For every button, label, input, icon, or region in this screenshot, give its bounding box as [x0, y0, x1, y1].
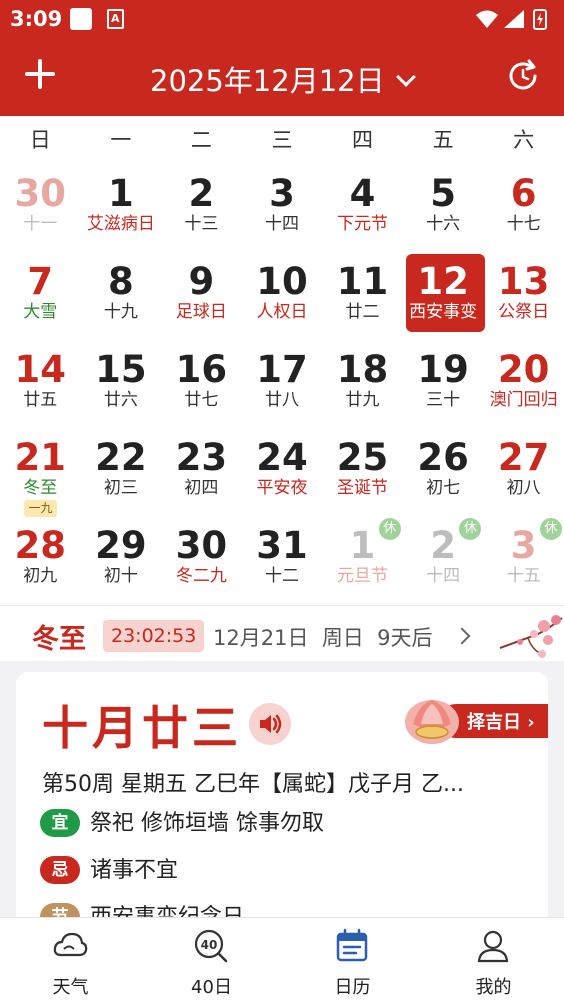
nav-profile[interactable]: 我的	[423, 918, 564, 1004]
status-time: 3:09	[10, 7, 63, 31]
calendar-week: 30 十一 1 艾滋病日 2 十三 3 十四 4 下元节 5 十六 6 十七	[0, 164, 564, 252]
ji-badge: 忌	[40, 856, 80, 884]
calendar-day[interactable]: 休 2 十四	[403, 516, 484, 604]
calendar-day[interactable]: 10 人权日	[242, 252, 323, 340]
add-event-button[interactable]	[22, 56, 58, 92]
app-header: 2025年12月12日	[0, 38, 564, 116]
calendar-day[interactable]: 3 十四	[242, 164, 323, 252]
calendar-day[interactable]: 24 平安夜	[242, 428, 323, 516]
today-button[interactable]	[505, 58, 541, 94]
nav-calendar[interactable]: 日历	[282, 918, 423, 1004]
chevron-down-icon	[395, 67, 416, 87]
calendar-day[interactable]: 30 十一	[0, 164, 81, 252]
profile-icon	[477, 930, 509, 963]
calendar-day[interactable]: 6 十七	[483, 164, 564, 252]
shujiu-tag: 一九	[24, 500, 57, 517]
calendar-day[interactable]: 8 十九	[81, 252, 162, 340]
calendar-day[interactable]: 19 三十	[403, 340, 484, 428]
calendar-day[interactable]: 7 大雪	[0, 252, 81, 340]
calendar-grid: 30 十一 1 艾滋病日 2 十三 3 十四 4 下元节 5 十六 6 十七 7 大雪 8 十九 …	[0, 164, 564, 604]
calendar-day[interactable]: 17 廿八	[242, 340, 323, 428]
chevron-right-icon	[453, 627, 471, 645]
calendar-day[interactable]: 31 十二	[242, 516, 323, 604]
yi-text: 祭祀 修饰垣墙 馀事勿取	[90, 811, 324, 836]
svg-text:40: 40	[201, 938, 218, 952]
holiday-rest-badge: 休	[539, 518, 562, 540]
zeji-button[interactable]: 择吉日 ›	[399, 698, 548, 744]
solar-term-bar[interactable]: 冬至 23:02:53 12月21日 周日 9天后	[0, 605, 564, 661]
calendar-day[interactable]: 16 廿七	[161, 340, 242, 428]
speaker-icon[interactable]	[249, 703, 291, 745]
weekday-label: 一	[110, 128, 132, 152]
forecast-40-icon: 40	[194, 929, 228, 963]
calendar-day[interactable]: 22 初三	[81, 428, 162, 516]
weekday-label: 日	[29, 128, 51, 152]
calendar-day[interactable]: 5 十六	[403, 164, 484, 252]
signal-icon	[504, 10, 524, 28]
calendar-week: 21 冬至 一九 22 初三 23 初四 24 平安夜 25 圣诞节 26 初七 27 初八	[0, 428, 564, 517]
calendar-day[interactable]: 休 1 元旦节	[322, 516, 403, 604]
calendar-week: 14 廿五 15 廿六 16 廿七 17 廿八 18 廿九 19 三十 20 澳门回归	[0, 340, 564, 428]
solar-term-info: 12月21日 周日 9天后	[213, 626, 433, 650]
lotus-lantern-icon	[405, 700, 459, 744]
solar-term-name: 冬至	[32, 624, 86, 655]
nav-weather[interactable]: 天气	[0, 918, 141, 1004]
sim-icon: A	[107, 9, 124, 29]
plum-blossom-icon	[499, 615, 563, 658]
day-info-card: 十月廿三 择吉日 › 第50周 星期五 乙巳年【属蛇】戊子月 乙... 宜祭祀 …	[16, 672, 548, 932]
lunar-date: 十月廿三	[42, 701, 242, 755]
calendar-day[interactable]: 29 初十	[81, 516, 162, 604]
nav-40-day[interactable]: 40 40日	[141, 918, 282, 1004]
calendar-day[interactable]: 14 廿五	[0, 340, 81, 428]
notification-icon	[70, 8, 92, 30]
calendar-day[interactable]: 28 初九	[0, 516, 81, 604]
calendar-day[interactable]: 15 廿六	[81, 340, 162, 428]
calendar-day[interactable]: 休 3 十五	[483, 516, 564, 604]
nav-label: 40日	[191, 977, 232, 998]
ji-row: 忌诸事不宜	[40, 852, 178, 886]
calendar-day[interactable]: 11 廿二	[322, 252, 403, 340]
nav-label: 天气	[52, 977, 89, 998]
calendar-day[interactable]: 23 初四	[161, 428, 242, 516]
weekday-label: 三	[271, 128, 293, 152]
status-icons	[476, 9, 547, 30]
calendar-day[interactable]: 25 圣诞节	[322, 428, 403, 516]
calendar-day[interactable]: 9 足球日	[161, 252, 242, 340]
date-details: 第50周 星期五 乙巳年【属蛇】戊子月 乙...	[42, 772, 464, 797]
weather-icon	[53, 932, 88, 957]
status-bar: 3:09 A	[0, 0, 564, 38]
weekday-label: 六	[513, 128, 535, 152]
date-picker-title[interactable]: 2025年12月12日	[150, 58, 416, 100]
nav-label: 我的	[475, 977, 512, 998]
calendar-day[interactable]: 2 十三	[161, 164, 242, 252]
bottom-nav: 天气 40 40日 日历 我的	[0, 917, 564, 1004]
nav-label: 日历	[334, 977, 371, 998]
calendar-day[interactable]: 20 澳门回归	[483, 340, 564, 428]
header-date-label: 2025年12月12日	[150, 64, 385, 98]
wifi-icon	[476, 10, 498, 28]
calendar-day[interactable]: 30 冬二九	[161, 516, 242, 604]
calendar-day-selected[interactable]: 12 西安事变	[403, 252, 485, 340]
calendar-day[interactable]: 13 公祭日	[483, 252, 564, 340]
calendar-day[interactable]: 27 初八	[483, 428, 564, 516]
day-info-section: 十月廿三 择吉日 › 第50周 星期五 乙巳年【属蛇】戊子月 乙... 宜祭祀 …	[0, 661, 564, 932]
zeji-label: 择吉日 ›	[467, 712, 535, 733]
calendar-day[interactable]: 4 下元节	[322, 164, 403, 252]
weekday-label: 二	[190, 128, 212, 152]
solar-term-countdown: 23:02:53	[103, 620, 205, 652]
yi-badge: 宜	[40, 809, 80, 837]
weekday-label: 四	[352, 128, 374, 152]
holiday-rest-badge: 休	[378, 518, 401, 540]
calendar-week: 28 初九 29 初十 30 冬二九 31 十二 休 1 元旦节 休 2 十四 休 3 十五	[0, 516, 564, 604]
calendar-day[interactable]: 18 廿九	[322, 340, 403, 428]
calendar-day[interactable]: 26 初七	[403, 428, 484, 516]
calendar-day[interactable]: 21 冬至 一九	[0, 428, 81, 517]
calendar-icon	[336, 928, 368, 962]
calendar-day[interactable]: 1 艾滋病日	[81, 164, 162, 252]
weekday-label: 五	[432, 128, 454, 152]
weekday-header: 日 一 二 三 四 五 六	[0, 116, 564, 164]
ji-text: 诸事不宜	[90, 858, 179, 883]
calendar-week: 7 大雪 8 十九 9 足球日 10 人权日 11 廿二 12 西安事变 13 公祭日	[0, 252, 564, 340]
yi-row: 宜祭祀 修饰垣墙 馀事勿取	[40, 805, 324, 839]
